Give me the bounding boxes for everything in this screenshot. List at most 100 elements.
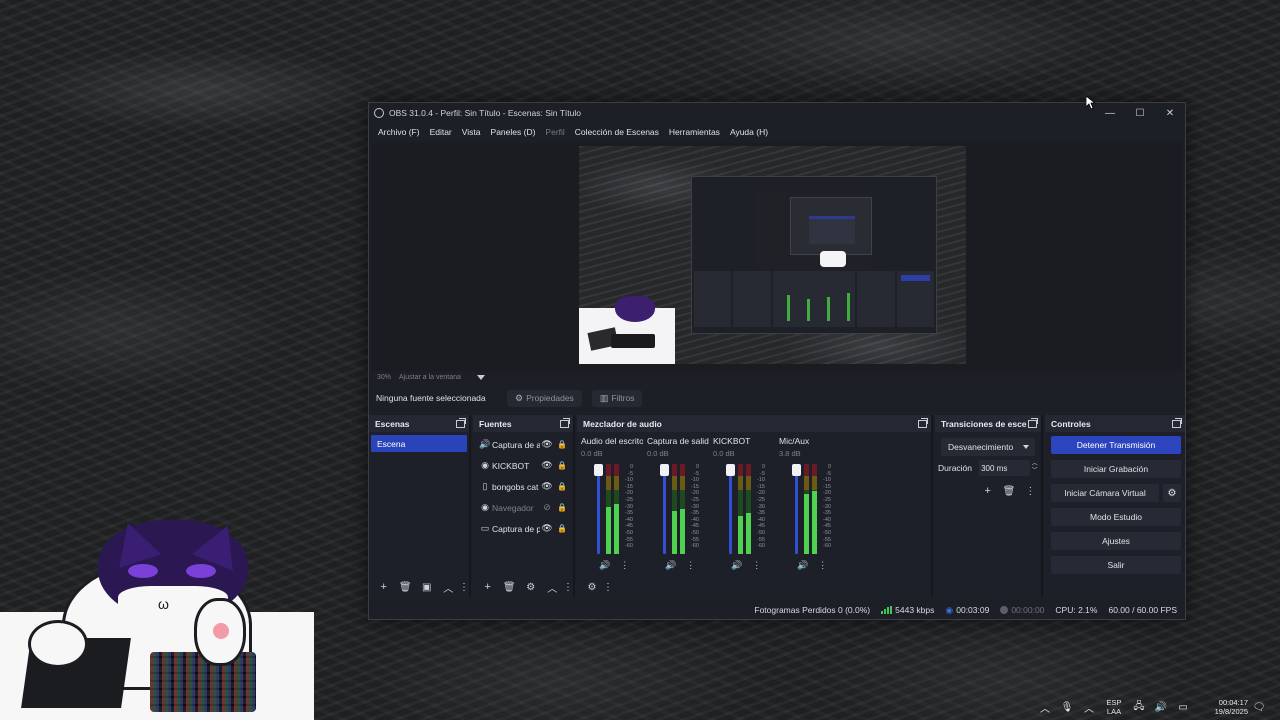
volume-slider-handle[interactable] — [792, 464, 801, 476]
properties-button[interactable]: ⚙ Propiedades — [507, 389, 582, 407]
clock[interactable]: 00:04:17 19/8/2025 — [1202, 698, 1248, 716]
record-timer: 00:00:00 — [1000, 605, 1044, 615]
undock-icon[interactable] — [1172, 417, 1182, 428]
volume-slider[interactable] — [660, 464, 669, 554]
filter-icon[interactable]: ▣ — [416, 578, 438, 596]
virtual-camera-button[interactable]: Iniciar Cámara Virtual — [1051, 484, 1159, 502]
menu-tools[interactable]: Herramientas — [664, 127, 725, 137]
battery-icon[interactable]: ▭ — [1172, 702, 1194, 713]
menu-profile[interactable]: Perfil — [540, 127, 569, 137]
filters-label: Filtros — [611, 393, 635, 403]
preview-area[interactable] — [371, 143, 1183, 371]
more-icon[interactable]: ⋮ — [563, 578, 573, 596]
menu-scene-collection[interactable]: Colección de Escenas — [570, 127, 664, 137]
scene-item[interactable]: Escena — [371, 435, 467, 452]
undock-icon[interactable] — [456, 417, 466, 428]
microphone-icon[interactable]: 🎙 — [1056, 702, 1078, 713]
minimize-button[interactable]: — — [1095, 103, 1125, 123]
source-item[interactable]: ▭ Captura de pantalla 👁 🔒 — [473, 518, 573, 539]
mute-icon[interactable]: 🔊 — [599, 560, 610, 571]
close-button[interactable]: ✕ — [1155, 103, 1185, 123]
menu-view[interactable]: Vista — [457, 127, 486, 137]
add-source-button[interactable]: + — [477, 578, 499, 596]
more-icon[interactable]: ⋮ — [818, 560, 827, 571]
volume-slider-handle[interactable] — [594, 464, 603, 476]
network-icon[interactable]: 🖧 — [1128, 699, 1150, 716]
mixer-channel: Mic/Aux 3.8 dB 0 -5 -10 -15 -20 -25 -30 -35 -40 -45… — [779, 432, 845, 577]
more-icon[interactable]: ⋮ — [459, 578, 469, 596]
speaker-icon[interactable]: 🔊 — [1150, 702, 1172, 713]
gear-icon[interactable]: ⚙ — [520, 578, 542, 596]
menu-docks[interactable]: Paneles (D) — [486, 127, 541, 137]
add-transition-button[interactable]: + — [977, 482, 998, 500]
lock-icon[interactable]: 🔒 — [554, 461, 570, 470]
volume-slider[interactable] — [792, 464, 801, 554]
scale-tick-label: -10 — [757, 477, 765, 484]
filters-button[interactable]: ▥ Filtros — [591, 389, 643, 407]
scale-tick-label: -30 — [691, 503, 699, 510]
chevron-up-icon[interactable]: ︿ — [1034, 700, 1056, 715]
mute-icon[interactable]: 🔊 — [665, 560, 676, 571]
eye-icon[interactable]: 👁 — [540, 481, 554, 492]
more-icon[interactable]: ⋮ — [620, 560, 629, 571]
lock-icon[interactable]: 🔒 — [554, 524, 570, 533]
volume-slider-handle[interactable] — [726, 464, 735, 476]
source-item[interactable]: ▯ bongobs cat 👁 🔒 — [473, 476, 573, 497]
preview-canvas[interactable] — [579, 146, 966, 364]
eye-hidden-icon[interactable]: ⊘ — [540, 502, 554, 513]
duration-field[interactable]: 300 ms — [979, 460, 1030, 476]
mixer-settings-icon[interactable]: ⚙ — [581, 578, 603, 596]
chevron-up-icon[interactable]: ︿ — [542, 578, 564, 596]
eye-icon[interactable]: 👁 — [540, 460, 554, 471]
duration-spinner[interactable]: ︿ ﹀ — [1032, 461, 1041, 475]
exit-button[interactable]: Salir — [1051, 556, 1181, 574]
fit-window-label[interactable]: Ajustar a la ventana — [399, 374, 461, 381]
lock-icon[interactable]: 🔒 — [554, 440, 570, 449]
lock-icon[interactable]: 🔒 — [554, 482, 570, 491]
settings-button[interactable]: Ajustes — [1051, 532, 1181, 550]
start-recording-button[interactable]: Iniciar Grabación — [1051, 460, 1181, 478]
studio-mode-button[interactable]: Modo Estudio — [1051, 508, 1181, 526]
mute-icon[interactable]: 🔊 — [731, 560, 742, 571]
mute-icon[interactable]: 🔊 — [797, 560, 808, 571]
notification-icon[interactable]: 🗨 — [1248, 702, 1270, 713]
controls-dock: Controles Detener Transmisión Iniciar Gr… — [1045, 415, 1185, 597]
undock-icon[interactable] — [1028, 417, 1038, 428]
scale-tick-label: -45 — [823, 523, 831, 530]
more-icon[interactable]: ⋮ — [603, 578, 613, 596]
menu-help[interactable]: Ayuda (H) — [725, 127, 773, 137]
trash-icon[interactable]: 🗑 — [499, 578, 521, 596]
trash-icon[interactable]: 🗑 — [395, 578, 417, 596]
maximize-button[interactable]: ☐ — [1125, 103, 1155, 123]
transition-select[interactable]: Desvanecimiento — [941, 438, 1035, 456]
eye-icon[interactable]: 👁 — [540, 523, 554, 534]
canvas-cat-source — [579, 296, 675, 364]
language-indicator[interactable]: ESP LAA — [1100, 698, 1128, 716]
more-icon[interactable]: ⋮ — [686, 560, 695, 571]
stop-stream-button[interactable]: Detener Transmisión — [1051, 436, 1181, 454]
chevron-up-icon[interactable]: ︿ — [1078, 700, 1100, 715]
source-item[interactable]: 🔊 Captura de audio 👁 🔒 — [473, 434, 573, 455]
meter-bar — [812, 464, 817, 554]
menu-file[interactable]: Archivo (F) — [373, 127, 425, 137]
scale-tick-label: -15 — [757, 483, 765, 490]
volume-slider-handle[interactable] — [660, 464, 669, 476]
more-icon[interactable]: ⋮ — [752, 560, 761, 571]
chevron-up-icon[interactable]: ︿ — [438, 578, 460, 596]
eye-icon[interactable]: 👁 — [540, 439, 554, 450]
undock-icon[interactable] — [560, 417, 570, 428]
volume-slider[interactable] — [594, 464, 603, 554]
undock-icon[interactable] — [918, 417, 928, 428]
scale-tick-label: -5 — [760, 470, 765, 477]
lock-icon[interactable]: 🔒 — [554, 503, 570, 512]
more-icon[interactable]: ⋮ — [1020, 482, 1041, 500]
chevron-down-icon[interactable] — [476, 374, 485, 380]
source-item[interactable]: ◉ Navegador ⊘ 🔒 — [473, 497, 573, 518]
gear-icon[interactable]: ⚙ — [1163, 484, 1181, 502]
source-item[interactable]: ◉ KICKBOT 👁 🔒 — [473, 455, 573, 476]
menu-edit[interactable]: Editar — [425, 127, 457, 137]
trash-icon[interactable]: 🗑 — [998, 482, 1019, 500]
volume-slider[interactable] — [726, 464, 735, 554]
add-scene-button[interactable]: + — [373, 578, 395, 596]
title-bar[interactable]: OBS 31.0.4 - Perfil: Sin Título - Escena… — [369, 103, 1185, 123]
